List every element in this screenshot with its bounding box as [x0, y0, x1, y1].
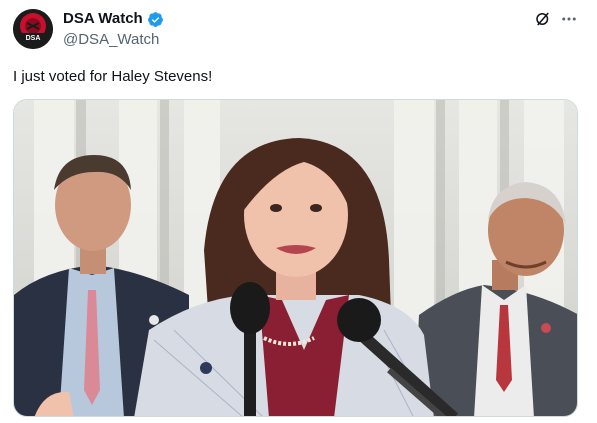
author-display-name[interactable]: DSA Watch — [63, 10, 143, 28]
avatar-text: DSA — [26, 35, 41, 42]
press-conference-photo — [14, 100, 577, 416]
grok-icon[interactable] — [534, 10, 552, 28]
tweet-text: I just voted for Haley Stevens! — [13, 68, 213, 85]
tweet-photo[interactable] — [13, 99, 578, 417]
dsa-logo-icon: DSA — [13, 9, 53, 49]
author-name-row: DSA Watch — [63, 10, 164, 28]
verified-badge-icon[interactable] — [147, 11, 164, 28]
more-options-icon[interactable] — [560, 10, 578, 28]
avatar[interactable]: DSA — [13, 9, 53, 49]
author-handle[interactable]: @DSA_Watch — [63, 31, 159, 48]
